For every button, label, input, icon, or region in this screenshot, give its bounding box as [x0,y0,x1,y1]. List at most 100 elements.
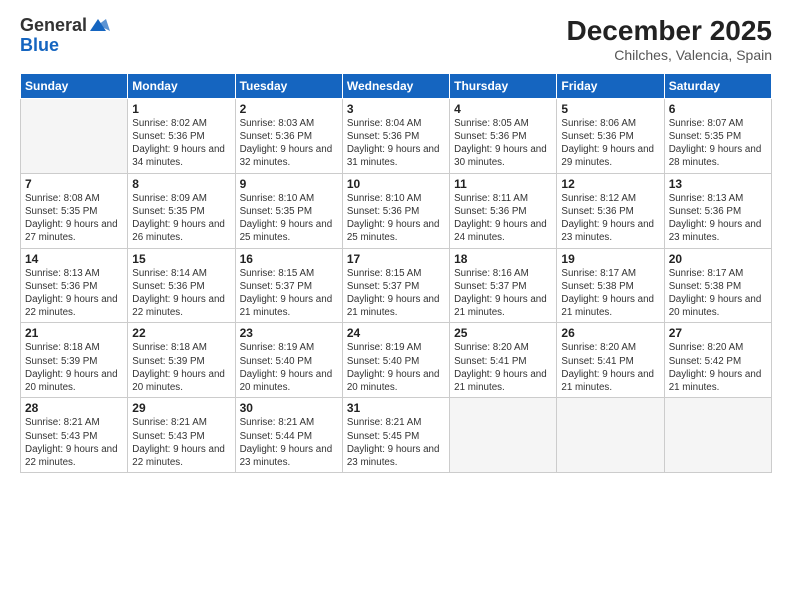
calendar-day-cell: 16 Sunrise: 8:15 AM Sunset: 5:37 PM Dayl… [235,248,342,323]
col-sunday: Sunday [21,73,128,98]
sunset-text: Sunset: 5:38 PM [669,281,741,292]
daylight-text: Daylight: 9 hours and 20 minutes. [132,369,225,393]
title-block: December 2025 Chilches, Valencia, Spain [567,16,772,63]
calendar-day-cell [664,398,771,473]
day-info: Sunrise: 8:21 AM Sunset: 5:43 PM Dayligh… [25,416,123,469]
day-number: 25 [454,326,552,340]
page: General Blue December 2025 Chilches, Val… [0,0,792,612]
daylight-text: Daylight: 9 hours and 25 minutes. [347,219,440,243]
calendar-day-cell: 11 Sunrise: 8:11 AM Sunset: 5:36 PM Dayl… [450,173,557,248]
sunrise-text: Sunrise: 8:02 AM [132,118,207,129]
day-number: 20 [669,252,767,266]
sunrise-text: Sunrise: 8:10 AM [347,193,422,204]
day-info: Sunrise: 8:15 AM Sunset: 5:37 PM Dayligh… [240,267,338,320]
sunset-text: Sunset: 5:36 PM [25,281,97,292]
calendar-day-cell [557,398,664,473]
day-info: Sunrise: 8:10 AM Sunset: 5:36 PM Dayligh… [347,192,445,245]
calendar-table: Sunday Monday Tuesday Wednesday Thursday… [20,73,772,473]
col-friday: Friday [557,73,664,98]
sunset-text: Sunset: 5:36 PM [454,131,526,142]
sunrise-text: Sunrise: 8:10 AM [240,193,315,204]
calendar-subtitle: Chilches, Valencia, Spain [567,47,772,63]
day-info: Sunrise: 8:05 AM Sunset: 5:36 PM Dayligh… [454,117,552,170]
sunset-text: Sunset: 5:36 PM [454,206,526,217]
sunrise-text: Sunrise: 8:21 AM [132,417,207,428]
day-number: 3 [347,102,445,116]
calendar-day-cell: 15 Sunrise: 8:14 AM Sunset: 5:36 PM Dayl… [128,248,235,323]
day-info: Sunrise: 8:08 AM Sunset: 5:35 PM Dayligh… [25,192,123,245]
day-info: Sunrise: 8:21 AM Sunset: 5:45 PM Dayligh… [347,416,445,469]
sunrise-text: Sunrise: 8:13 AM [669,193,744,204]
calendar-day-cell: 12 Sunrise: 8:12 AM Sunset: 5:36 PM Dayl… [557,173,664,248]
day-info: Sunrise: 8:19 AM Sunset: 5:40 PM Dayligh… [240,341,338,394]
daylight-text: Daylight: 9 hours and 22 minutes. [132,444,225,468]
col-tuesday: Tuesday [235,73,342,98]
daylight-text: Daylight: 9 hours and 20 minutes. [669,294,762,318]
sunrise-text: Sunrise: 8:07 AM [669,118,744,129]
daylight-text: Daylight: 9 hours and 23 minutes. [347,444,440,468]
sunrise-text: Sunrise: 8:18 AM [132,342,207,353]
day-info: Sunrise: 8:06 AM Sunset: 5:36 PM Dayligh… [561,117,659,170]
calendar-day-cell: 1 Sunrise: 8:02 AM Sunset: 5:36 PM Dayli… [128,98,235,173]
day-number: 28 [25,401,123,415]
sunset-text: Sunset: 5:38 PM [561,281,633,292]
calendar-day-cell: 29 Sunrise: 8:21 AM Sunset: 5:43 PM Dayl… [128,398,235,473]
day-number: 29 [132,401,230,415]
col-saturday: Saturday [664,73,771,98]
sunset-text: Sunset: 5:43 PM [132,431,204,442]
sunrise-text: Sunrise: 8:15 AM [347,268,422,279]
sunset-text: Sunset: 5:36 PM [669,206,741,217]
header: General Blue December 2025 Chilches, Val… [20,16,772,63]
day-info: Sunrise: 8:14 AM Sunset: 5:36 PM Dayligh… [132,267,230,320]
sunrise-text: Sunrise: 8:20 AM [669,342,744,353]
sunset-text: Sunset: 5:37 PM [454,281,526,292]
sunrise-text: Sunrise: 8:15 AM [240,268,315,279]
daylight-text: Daylight: 9 hours and 23 minutes. [669,219,762,243]
sunrise-text: Sunrise: 8:21 AM [240,417,315,428]
daylight-text: Daylight: 9 hours and 25 minutes. [240,219,333,243]
sunset-text: Sunset: 5:41 PM [454,356,526,367]
day-number: 6 [669,102,767,116]
day-info: Sunrise: 8:21 AM Sunset: 5:43 PM Dayligh… [132,416,230,469]
day-info: Sunrise: 8:07 AM Sunset: 5:35 PM Dayligh… [669,117,767,170]
daylight-text: Daylight: 9 hours and 27 minutes. [25,219,118,243]
logo-general-text: General [20,16,87,36]
sunset-text: Sunset: 5:36 PM [132,281,204,292]
calendar-week-row: 28 Sunrise: 8:21 AM Sunset: 5:43 PM Dayl… [21,398,772,473]
daylight-text: Daylight: 9 hours and 26 minutes. [132,219,225,243]
calendar-week-row: 7 Sunrise: 8:08 AM Sunset: 5:35 PM Dayli… [21,173,772,248]
calendar-day-cell: 20 Sunrise: 8:17 AM Sunset: 5:38 PM Dayl… [664,248,771,323]
col-monday: Monday [128,73,235,98]
calendar-day-cell: 18 Sunrise: 8:16 AM Sunset: 5:37 PM Dayl… [450,248,557,323]
sunrise-text: Sunrise: 8:03 AM [240,118,315,129]
calendar-title: December 2025 [567,16,772,47]
day-number: 24 [347,326,445,340]
daylight-text: Daylight: 9 hours and 23 minutes. [561,219,654,243]
sunrise-text: Sunrise: 8:17 AM [669,268,744,279]
day-number: 11 [454,177,552,191]
sunset-text: Sunset: 5:36 PM [132,131,204,142]
daylight-text: Daylight: 9 hours and 20 minutes. [347,369,440,393]
sunset-text: Sunset: 5:36 PM [240,131,312,142]
day-number: 9 [240,177,338,191]
col-thursday: Thursday [450,73,557,98]
calendar-day-cell: 27 Sunrise: 8:20 AM Sunset: 5:42 PM Dayl… [664,323,771,398]
day-info: Sunrise: 8:11 AM Sunset: 5:36 PM Dayligh… [454,192,552,245]
sunset-text: Sunset: 5:41 PM [561,356,633,367]
sunset-text: Sunset: 5:35 PM [669,131,741,142]
day-number: 17 [347,252,445,266]
daylight-text: Daylight: 9 hours and 22 minutes. [25,294,118,318]
day-number: 27 [669,326,767,340]
calendar-week-row: 21 Sunrise: 8:18 AM Sunset: 5:39 PM Dayl… [21,323,772,398]
calendar-header-row: Sunday Monday Tuesday Wednesday Thursday… [21,73,772,98]
sunrise-text: Sunrise: 8:21 AM [25,417,100,428]
sunrise-text: Sunrise: 8:18 AM [25,342,100,353]
calendar-day-cell: 7 Sunrise: 8:08 AM Sunset: 5:35 PM Dayli… [21,173,128,248]
daylight-text: Daylight: 9 hours and 21 minutes. [561,294,654,318]
day-number: 5 [561,102,659,116]
day-number: 23 [240,326,338,340]
daylight-text: Daylight: 9 hours and 21 minutes. [454,294,547,318]
daylight-text: Daylight: 9 hours and 30 minutes. [454,144,547,168]
sunrise-text: Sunrise: 8:09 AM [132,193,207,204]
day-number: 13 [669,177,767,191]
